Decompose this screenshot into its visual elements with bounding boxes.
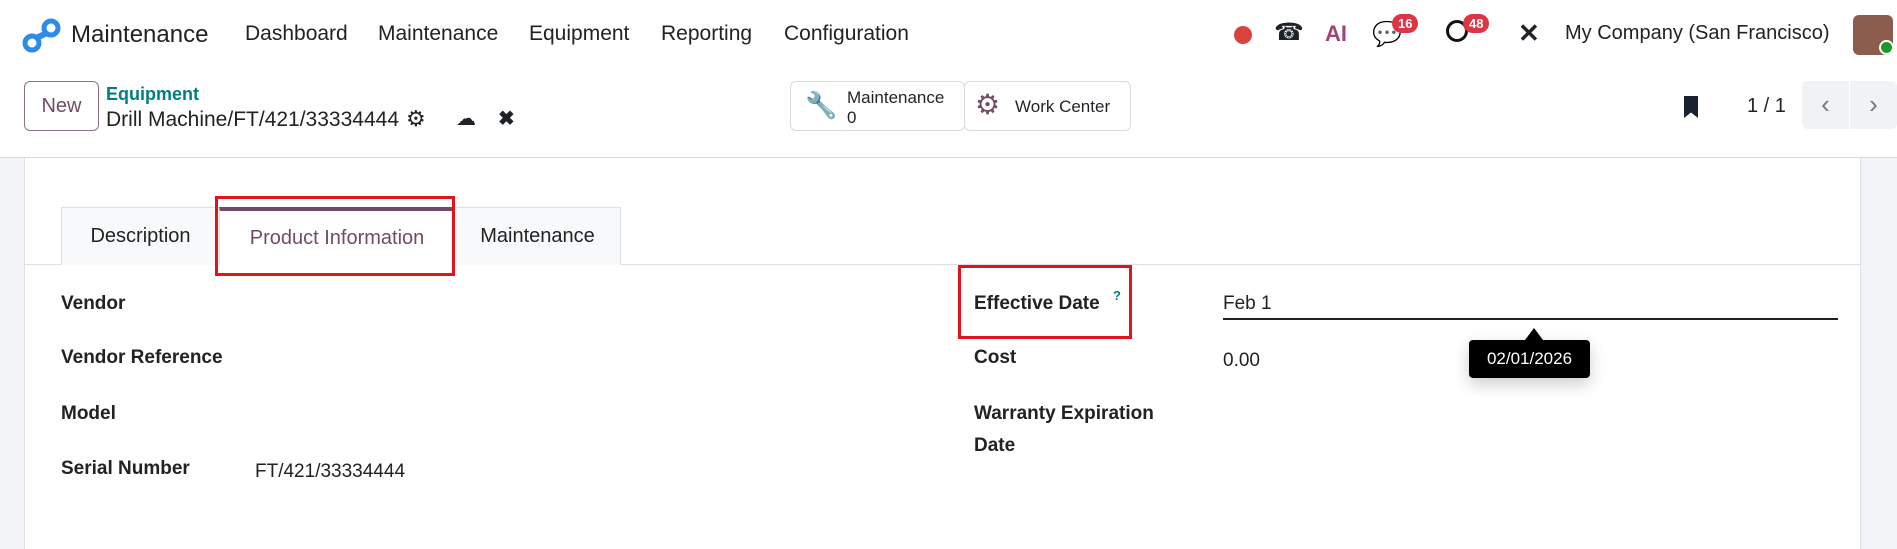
warranty-expiration-label: Warranty Expiration [974,403,1154,424]
form-sheet: Description Product Information Maintena… [24,158,1861,549]
effective-date-value: Feb 1 [1223,293,1272,314]
maintenance-label: Maintenance [847,88,945,107]
control-panel: New Equipment Drill Machine/FT/421/33334… [0,70,1897,158]
cost-label: Cost [974,347,1017,368]
app-name[interactable]: Maintenance [71,21,208,49]
model-label: Model [61,403,116,424]
serial-number-value[interactable]: FT/421/33334444 [255,461,405,483]
vendor-label: Vendor [61,293,126,314]
ai-icon[interactable]: AI [1325,21,1347,47]
cloud-save-icon[interactable]: ☁ [456,106,476,131]
date-tooltip: 02/01/2026 [1469,340,1590,378]
menu-configuration[interactable]: Configuration [784,22,909,46]
work-center-smart-button[interactable]: ⚙ Work Center [964,81,1131,131]
work-center-label: Work Center [1015,97,1111,116]
vendor-reference-label: Vendor Reference [61,347,223,368]
menu-reporting[interactable]: Reporting [661,22,752,46]
breadcrumb-equipment[interactable]: Equipment [106,84,199,105]
warranty-expiration-label-line2: Date [974,435,1016,456]
online-status-icon [1879,40,1894,55]
gear-icon[interactable]: ⚙ [406,106,426,132]
messages-badge: 16 [1392,14,1419,33]
gears-icon: ⚙ [975,89,1001,120]
discard-icon[interactable]: ✖ [498,106,515,131]
pager-previous-button[interactable]: ‹ [1802,81,1849,129]
tooltip-arrow [1525,328,1543,340]
new-button[interactable]: New [24,81,99,131]
annotation-highlight-field [958,265,1132,339]
cost-value[interactable]: 0.00 [1223,350,1260,372]
serial-number-label: Serial Number [61,458,190,479]
bookmark-icon[interactable] [1684,96,1698,118]
maintenance-count: 0 [847,108,857,127]
menu-equipment[interactable]: Equipment [529,22,629,46]
pager-next-button[interactable]: › [1850,81,1897,129]
menu-dashboard[interactable]: Dashboard [245,22,348,46]
pager-value[interactable]: 1 / 1 [1747,95,1786,118]
form-content: Description Product Information Maintena… [0,158,1897,549]
activities-badge: 48 [1463,14,1490,33]
annotation-highlight-tab [215,196,455,276]
phone-icon[interactable]: ☎ [1274,18,1304,47]
effective-date-input[interactable]: Feb 1 [1223,286,1838,320]
wrench-icon: 🔧 [805,90,838,120]
tab-maintenance[interactable]: Maintenance [454,207,621,265]
recording-status-icon[interactable] [1234,26,1252,44]
company-switcher[interactable]: My Company (San Francisco) [1565,22,1830,45]
maintenance-smart-button[interactable]: 🔧 Maintenance 0 [790,81,965,131]
record-name: Drill Machine/FT/421/33334444 [106,108,399,131]
menu-maintenance[interactable]: Maintenance [378,22,498,46]
top-navbar: Maintenance Dashboard Maintenance Equipm… [0,0,1897,70]
app-logo-icon[interactable] [22,18,62,54]
debug-tools-icon[interactable]: ✕ [1518,18,1540,49]
tab-description[interactable]: Description [61,207,220,265]
